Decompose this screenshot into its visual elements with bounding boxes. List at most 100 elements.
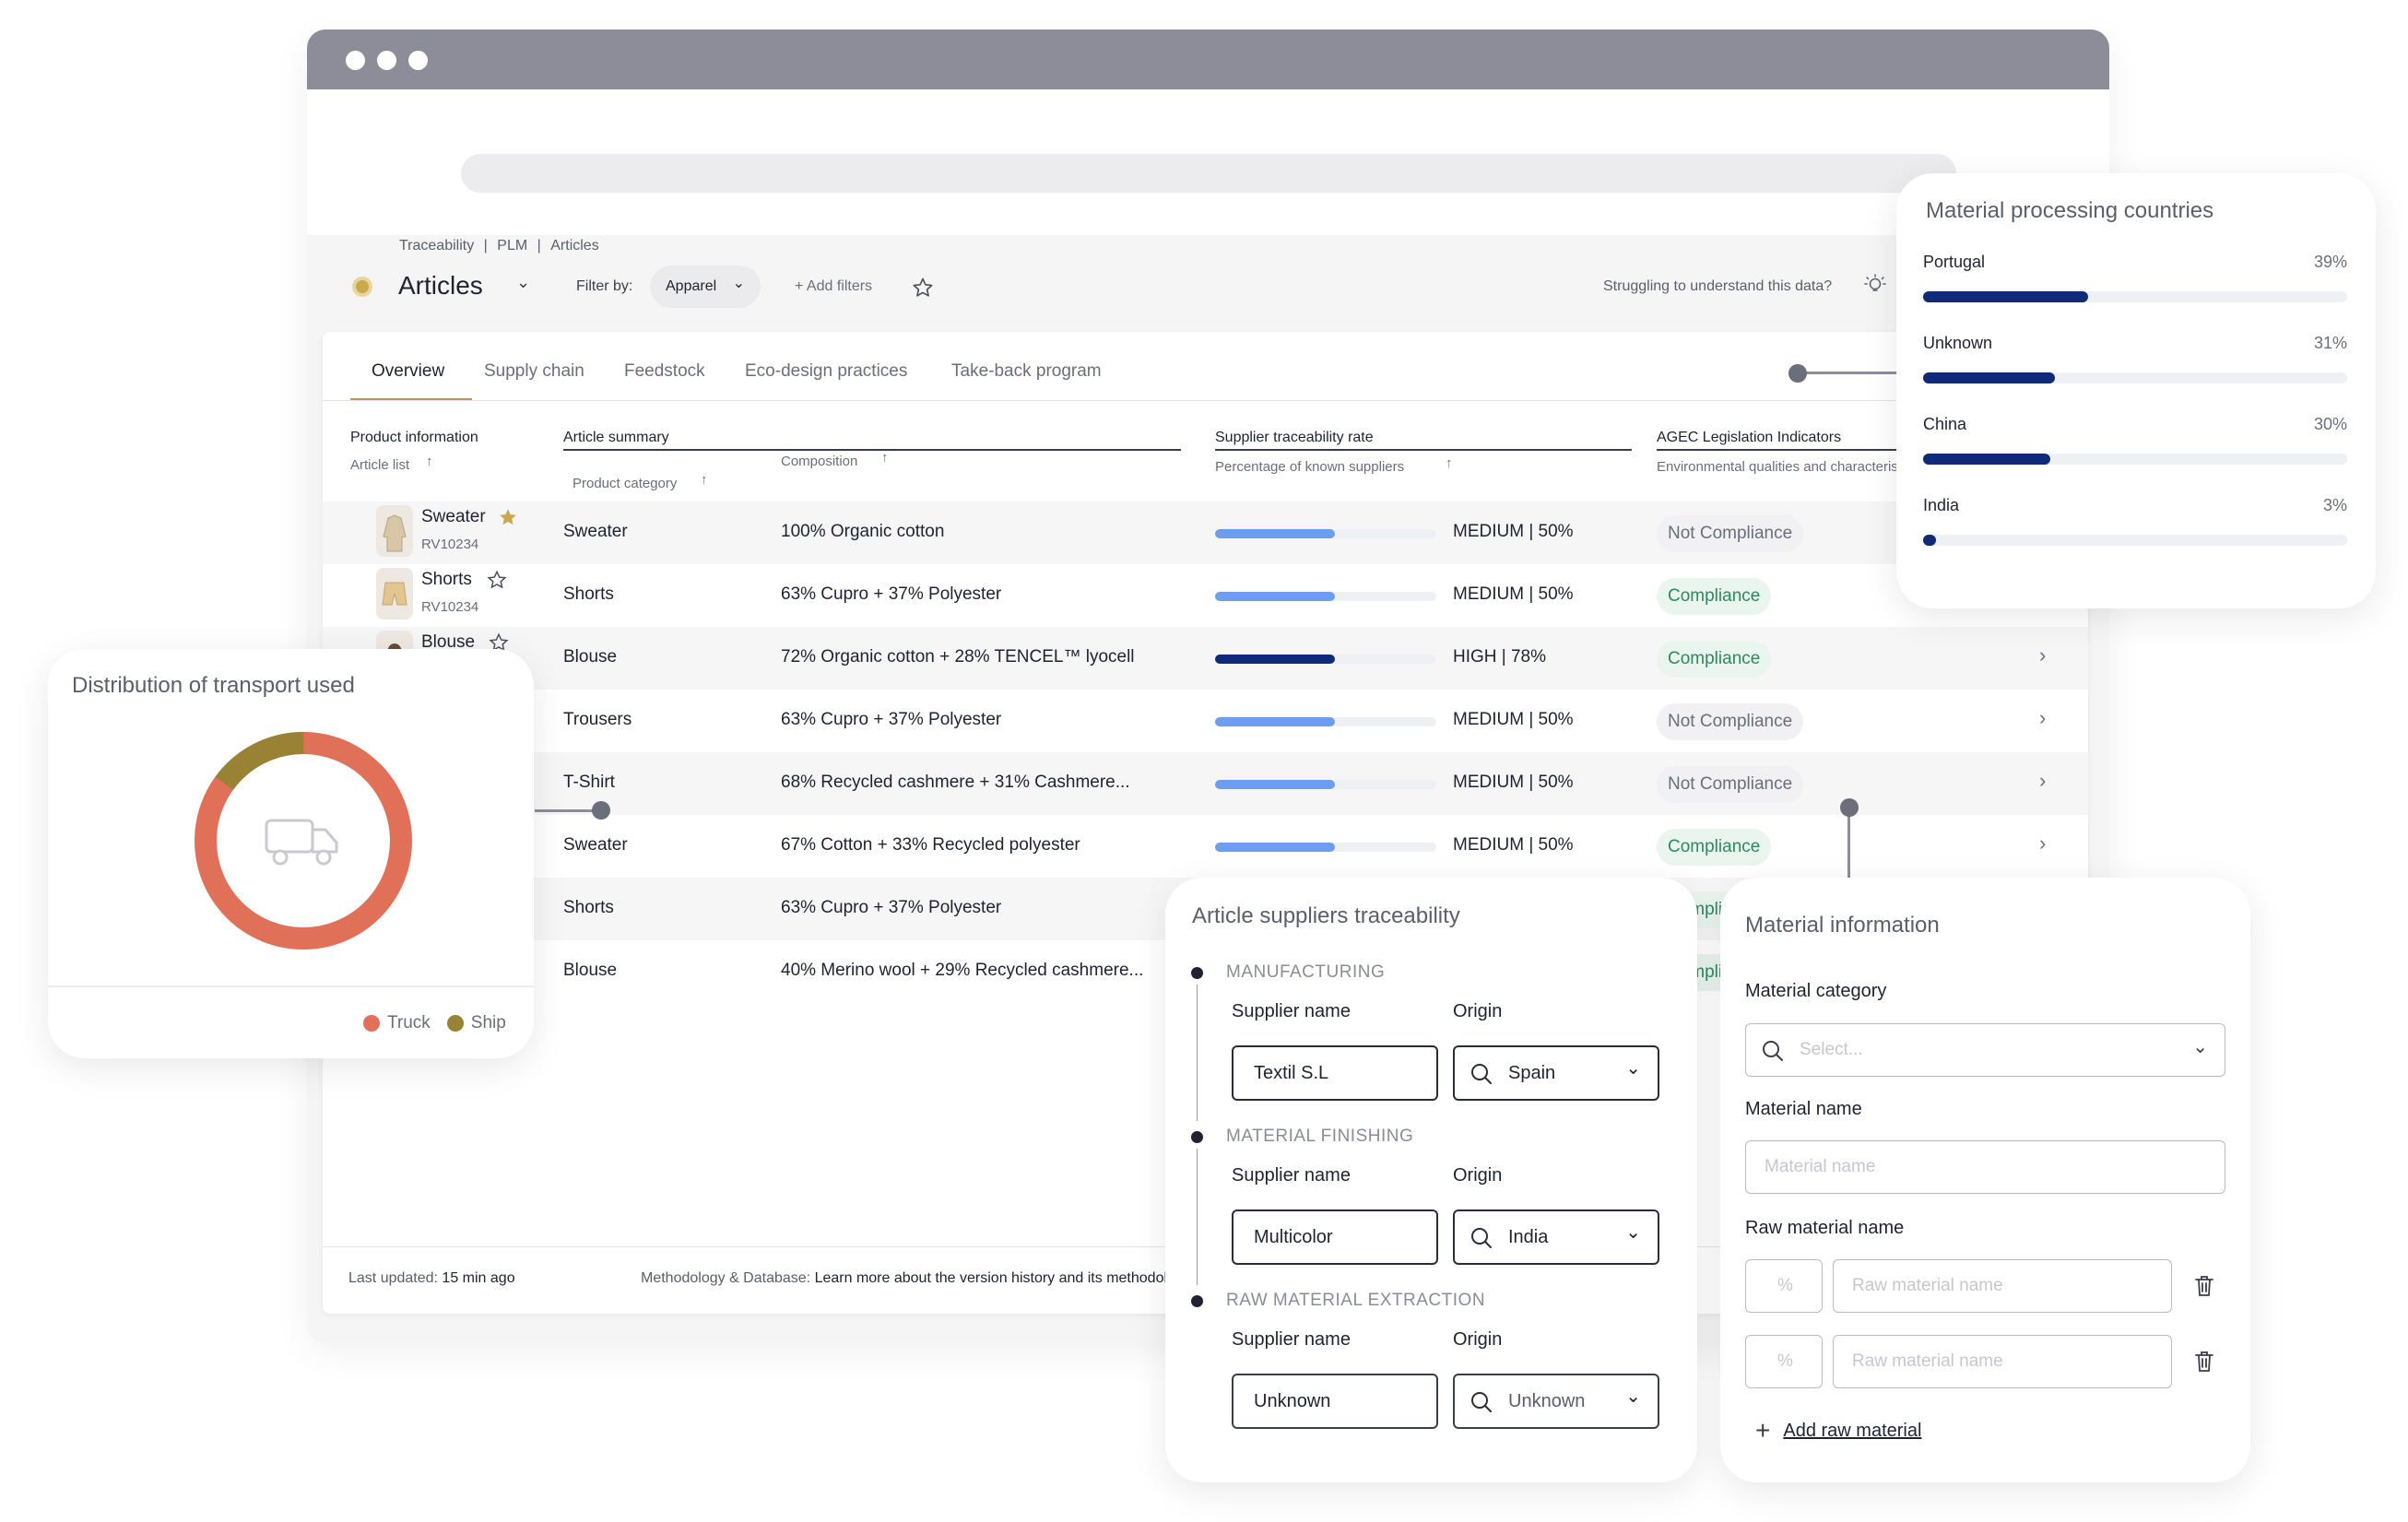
star-outline-icon[interactable]: [912, 277, 934, 299]
filter-value: Apparel: [666, 278, 717, 294]
breadcrumb-item[interactable]: Articles: [550, 238, 598, 254]
sort-arrow-icon[interactable]: ↑: [426, 454, 433, 469]
origin-value: India: [1508, 1226, 1549, 1247]
cell-category: Blouse: [563, 647, 618, 667]
compliance-badge: Compliance: [1657, 578, 1772, 615]
slider-handle[interactable]: [1788, 364, 1807, 383]
supplier-name-input[interactable]: Multicolor: [1232, 1209, 1438, 1265]
window-control-dot[interactable]: [346, 51, 365, 70]
star-outline-icon[interactable]: [487, 570, 507, 590]
sort-arrow-icon[interactable]: ↑: [1446, 455, 1453, 471]
traceability-bar: [1215, 780, 1436, 789]
stage-marker: [1191, 1295, 1203, 1307]
cell-composition: 68% Recycled cashmere + 31% Cashmere...: [781, 773, 1130, 792]
chevron-right-icon[interactable]: ›: [2039, 643, 2046, 667]
add-raw-material-button[interactable]: + Add raw material: [1755, 1418, 1921, 1444]
cell-category: T-Shirt: [563, 773, 615, 792]
origin-select[interactable]: Unknown ⌄: [1453, 1374, 1659, 1429]
cell-category: Sweater: [563, 835, 628, 855]
window-control-dot[interactable]: [377, 51, 396, 70]
select-placeholder: Select...: [1800, 1040, 1863, 1059]
product-name[interactable]: Sweater: [421, 507, 486, 527]
methodology-link[interactable]: Learn more about the version history and…: [815, 1270, 1191, 1286]
slider-track[interactable]: [1798, 372, 1908, 374]
traceability-bar-fill: [1215, 655, 1335, 664]
page-title: Articles: [398, 271, 483, 300]
cell-rate-text: MEDIUM | 50%: [1453, 522, 1574, 541]
help-text[interactable]: Struggling to understand this data?: [1603, 278, 1832, 295]
address-bar[interactable]: [461, 154, 1956, 193]
tabs-divider: [323, 400, 2088, 401]
material-category-select[interactable]: Select... ⌄: [1745, 1023, 2225, 1077]
compliance-badge: Not Compliance: [1657, 703, 1804, 740]
star-filled-icon[interactable]: [498, 507, 518, 527]
connector-handle[interactable]: [1840, 798, 1859, 817]
tab-feedstock[interactable]: Feedstock: [624, 361, 705, 382]
tab-supply-chain[interactable]: Supply chain: [484, 361, 584, 382]
card-title: Distribution of transport used: [72, 673, 355, 698]
col-composition[interactable]: Composition: [781, 454, 857, 469]
window-control-dot[interactable]: [408, 51, 428, 70]
table-row[interactable]: Trousers 63% Cupro + 37% Polyester MEDIUM …: [323, 690, 2088, 752]
table-row[interactable]: Sweater 100% Organic cotton MEDIUM | 50% No…: [323, 501, 2088, 564]
cell-rate-text: MEDIUM | 50%: [1453, 773, 1574, 792]
table-row[interactable]: T-Shirt 68% Recycled cashmere + 31% Cashm…: [323, 752, 2088, 815]
tab-take-back[interactable]: Take-back program: [951, 361, 1102, 382]
chevron-down-icon[interactable]: ⌄: [516, 273, 530, 292]
tab-overview[interactable]: Overview: [372, 361, 444, 382]
product-name[interactable]: Shorts: [421, 570, 472, 590]
table-row[interactable]: Sweater 67% Cotton + 33% Recycled polyest…: [323, 815, 2088, 878]
country-name: China: [1923, 415, 1967, 433]
stage-connector: [1197, 985, 1198, 1121]
trash-icon[interactable]: [2193, 1274, 2215, 1298]
supplier-name-input[interactable]: Textil S.L: [1232, 1045, 1438, 1101]
connector-handle[interactable]: [592, 801, 610, 820]
country-name: Portugal: [1923, 253, 1986, 271]
origin-select[interactable]: India ⌄: [1453, 1209, 1659, 1265]
country-bar: [1923, 535, 2347, 546]
chevron-right-icon[interactable]: ›: [2039, 769, 2046, 793]
product-thumbnail: [376, 568, 413, 619]
country-percent: 3%: [2322, 496, 2347, 514]
table-row[interactable]: Shorts 63% Cupro + 37% Polyester MEDIUM | …: [323, 564, 2088, 627]
chevron-down-icon: ⌄: [1625, 1058, 1641, 1079]
transport-donut-chart: [195, 732, 412, 950]
cell-rate-text: HIGH | 78%: [1453, 647, 1547, 667]
percent-input[interactable]: %: [1745, 1335, 1823, 1388]
compliance-badge: Compliance: [1657, 829, 1772, 866]
trash-icon[interactable]: [2193, 1350, 2215, 1374]
stage-marker: [1191, 1131, 1203, 1143]
chevron-right-icon[interactable]: ›: [2039, 706, 2046, 730]
tab-eco-design[interactable]: Eco-design practices: [745, 361, 907, 382]
col-article-list[interactable]: Article list: [350, 457, 409, 473]
supplier-name-input[interactable]: Unknown: [1232, 1374, 1438, 1429]
add-raw-material-label: Add raw material: [1783, 1420, 1922, 1441]
supplier-name-label: Supplier name: [1232, 1329, 1351, 1350]
add-filters-button[interactable]: + Add filters: [795, 278, 872, 295]
percent-input[interactable]: %: [1745, 1259, 1823, 1313]
cell-category: Trousers: [563, 710, 632, 729]
sort-arrow-icon[interactable]: ↑: [701, 472, 708, 488]
filter-dropdown[interactable]: Apparel ⌄: [650, 265, 761, 308]
raw-material-input[interactable]: Raw material name: [1833, 1259, 2172, 1313]
country-bar: [1923, 291, 2347, 302]
chevron-down-icon: ⌄: [732, 276, 745, 291]
col-product-category[interactable]: Product category: [572, 476, 677, 491]
country-bar: [1923, 372, 2347, 383]
chevron-down-icon: ⌄: [2192, 1037, 2208, 1057]
country-name: Unknown: [1923, 334, 1993, 352]
raw-material-input[interactable]: Raw material name: [1833, 1335, 2172, 1388]
sort-arrow-icon[interactable]: ↑: [881, 450, 889, 466]
traceability-bar: [1215, 592, 1436, 601]
chevron-right-icon[interactable]: ›: [2039, 832, 2046, 855]
filter-label: Filter by:: [576, 278, 633, 294]
lightbulb-icon[interactable]: [1864, 274, 1886, 298]
col-article-summary: Article summary: [563, 430, 669, 445]
countries-card: Material processing countries Portugal 39…: [1896, 173, 2376, 608]
breadcrumb-item[interactable]: PLM: [497, 238, 527, 254]
breadcrumb-item[interactable]: Traceability: [399, 238, 474, 254]
origin-select[interactable]: Spain ⌄: [1453, 1045, 1659, 1101]
suppliers-card: Article suppliers traceability MANUFACTU…: [1165, 878, 1697, 1482]
table-row[interactable]: Blouse 72% Organic cotton + 28% TENCEL™ l…: [323, 627, 2088, 690]
material-name-input[interactable]: Material name: [1745, 1140, 2225, 1194]
